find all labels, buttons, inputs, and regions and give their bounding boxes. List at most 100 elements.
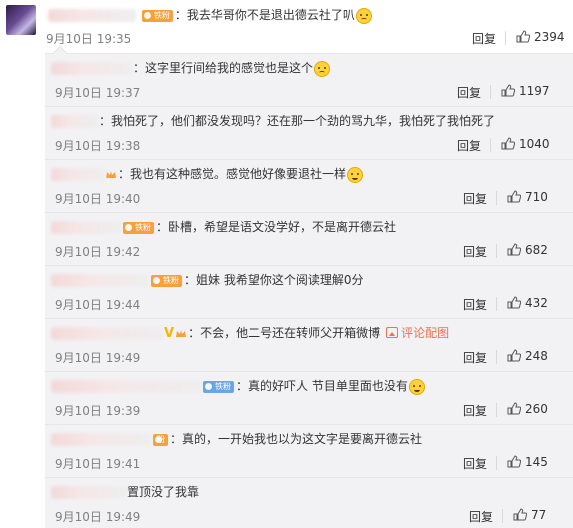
crown-icon bbox=[106, 170, 116, 178]
divider bbox=[490, 85, 491, 99]
reply-button[interactable]: 回复 bbox=[469, 508, 493, 525]
reply-item: 铁粉 ：真的好吓人 节目单里面也没有 9月10日 19:39 回复 260 bbox=[45, 372, 573, 425]
timestamp: 9月10日 19:42 bbox=[55, 245, 141, 259]
emoji-icon bbox=[408, 378, 425, 395]
username-blurred[interactable] bbox=[51, 221, 121, 234]
like-count: 682 bbox=[525, 243, 548, 257]
username-blurred[interactable] bbox=[51, 433, 151, 446]
like-count: 432 bbox=[525, 296, 548, 310]
reply-line: 置顶没了我靠 bbox=[51, 484, 199, 500]
username-blurred[interactable] bbox=[51, 168, 105, 181]
reply-line: 粉：真的，一开始我也以为这文字是要离开德云社 bbox=[51, 431, 422, 447]
reply-button[interactable]: 回复 bbox=[463, 243, 487, 260]
comment-line: 铁粉 ：我去华哥你不是退出德云社了叭 bbox=[48, 7, 372, 24]
username-blurred[interactable] bbox=[51, 274, 149, 287]
like-count: 260 bbox=[525, 402, 548, 416]
reply-line: ：我怕死了，他们都没发现吗？还在那一个劲的骂九华，我怕死了我怕死了 bbox=[51, 113, 495, 129]
reply-text: 我也有这种感觉。感觉他好像要退社一样 bbox=[130, 167, 347, 181]
reply-text: 真的，一开始我也以为这文字是要离开德云社 bbox=[182, 432, 423, 446]
like-count: 2394 bbox=[534, 30, 565, 44]
vip-icon: V bbox=[164, 325, 175, 341]
emoji-icon bbox=[347, 166, 364, 183]
colon: ： bbox=[133, 61, 146, 75]
like-count: 710 bbox=[525, 190, 548, 204]
username-blurred[interactable] bbox=[51, 327, 163, 340]
reply-button[interactable]: 回复 bbox=[463, 349, 487, 366]
timestamp: 9月10日 19:49 bbox=[55, 510, 141, 524]
reply-text: 真的好吓人 节目单里面也没有 bbox=[248, 379, 408, 393]
like-count: 145 bbox=[525, 455, 548, 469]
reply-item: 粉：真的，一开始我也以为这文字是要离开德云社 9月10日 19:41 回复 14… bbox=[45, 425, 573, 478]
thumbs-up-icon bbox=[516, 30, 530, 43]
reply-line: 铁粉 ：真的好吓人 节目单里面也没有 bbox=[51, 378, 425, 395]
username-blurred[interactable] bbox=[48, 9, 136, 22]
username-blurred[interactable] bbox=[51, 486, 127, 499]
fan-badge: 铁粉 bbox=[141, 9, 173, 22]
like-button[interactable]: 248 bbox=[507, 349, 548, 363]
comment-image-link[interactable]: 评论配图 bbox=[401, 326, 449, 340]
emoji-icon bbox=[314, 60, 331, 77]
divider bbox=[496, 191, 497, 205]
timestamp: 9月10日 19:40 bbox=[55, 192, 141, 206]
divider bbox=[502, 509, 503, 523]
like-button[interactable]: 432 bbox=[507, 296, 548, 310]
reply-button[interactable]: 回复 bbox=[457, 84, 481, 101]
like-count: 1197 bbox=[519, 84, 550, 98]
reply-line: 铁粉 ：姐妹 我希望你这个阅读理解0分 bbox=[51, 272, 363, 288]
like-button[interactable]: 710 bbox=[507, 190, 548, 204]
colon: ： bbox=[99, 114, 112, 128]
reply-text: 我怕死了，他们都没发现吗？还在那一个劲的骂九华，我怕死了我怕死了 bbox=[111, 114, 496, 128]
reply-item: ：我也有这种感觉。感觉他好像要退社一样 9月10日 19:40 回复 710 bbox=[45, 160, 573, 213]
username-blurred[interactable] bbox=[51, 62, 133, 75]
reply-line: 铁粉 ：卧槽，希望是语文没学好，不是离开德云社 bbox=[51, 219, 396, 235]
crown-icon bbox=[176, 329, 187, 337]
like-button[interactable]: 682 bbox=[507, 243, 548, 257]
timestamp: 9月10日 19:39 bbox=[55, 404, 141, 418]
main-comment: 铁粉 ：我去华哥你不是退出德云社了叭 9月10日 19:35 回复 2394 bbox=[0, 0, 573, 50]
reply-button[interactable]: 回复 bbox=[463, 296, 487, 313]
like-button[interactable]: 1197 bbox=[501, 84, 550, 98]
fan-badge: 铁粉 bbox=[203, 380, 234, 393]
colon: ： bbox=[174, 8, 187, 22]
thumbs-up-icon bbox=[501, 84, 515, 97]
reply-text: 姐妹 我希望你这个阅读理解0分 bbox=[196, 273, 364, 287]
timestamp: 9月10日 19:37 bbox=[55, 86, 141, 100]
divider bbox=[490, 138, 491, 152]
avatar[interactable] bbox=[6, 5, 36, 35]
reply-text: 置顶没了我靠 bbox=[127, 485, 200, 499]
reply-line: ：这字里行间给我的感觉也是这个 bbox=[51, 60, 331, 77]
thumbs-up-icon bbox=[501, 137, 515, 150]
like-button[interactable]: 1040 bbox=[501, 137, 550, 151]
like-count: 77 bbox=[531, 508, 547, 522]
timestamp: 9月10日 19:38 bbox=[55, 139, 141, 153]
fan-badge: 铁粉 bbox=[123, 221, 154, 234]
reply-item: ：我怕死了，他们都没发现吗？还在那一个劲的骂九华，我怕死了我怕死了 9月10日 … bbox=[45, 107, 573, 160]
reply-button[interactable]: 回复 bbox=[463, 455, 487, 472]
timestamp: 9月10日 19:44 bbox=[55, 298, 141, 312]
reply-button[interactable]: 回复 bbox=[463, 402, 487, 419]
reply-text: 不会，他二号还在转师父开箱微博 bbox=[200, 326, 381, 340]
like-button[interactable]: 145 bbox=[507, 455, 548, 469]
fan-badge: 铁粉 bbox=[151, 274, 182, 287]
divider bbox=[496, 456, 497, 470]
reply-button[interactable]: 回复 bbox=[457, 137, 481, 154]
divider bbox=[505, 31, 506, 45]
like-button[interactable]: 2394 bbox=[516, 30, 565, 44]
thumbs-up-icon bbox=[507, 455, 521, 468]
timestamp: 9月10日 19:49 bbox=[55, 351, 141, 365]
like-button[interactable]: 260 bbox=[507, 402, 548, 416]
comment-text: 我去华哥你不是退出德云社了叭 bbox=[186, 8, 355, 22]
reply-text: 卧槽，希望是语文没学好，不是离开德云社 bbox=[168, 220, 397, 234]
reply-button[interactable]: 回复 bbox=[472, 30, 496, 47]
divider bbox=[496, 297, 497, 311]
like-button[interactable]: 77 bbox=[513, 508, 546, 522]
colon: ： bbox=[118, 167, 131, 181]
username-blurred[interactable] bbox=[51, 115, 99, 128]
image-icon[interactable] bbox=[386, 327, 399, 338]
reply-item: ：这字里行间给我的感觉也是这个 9月10日 19:37 回复 1197 bbox=[45, 54, 573, 107]
divider bbox=[496, 244, 497, 258]
colon: ： bbox=[170, 432, 183, 446]
reply-button[interactable]: 回复 bbox=[463, 190, 487, 207]
username-blurred[interactable] bbox=[51, 380, 201, 393]
emoji-icon bbox=[355, 7, 372, 24]
